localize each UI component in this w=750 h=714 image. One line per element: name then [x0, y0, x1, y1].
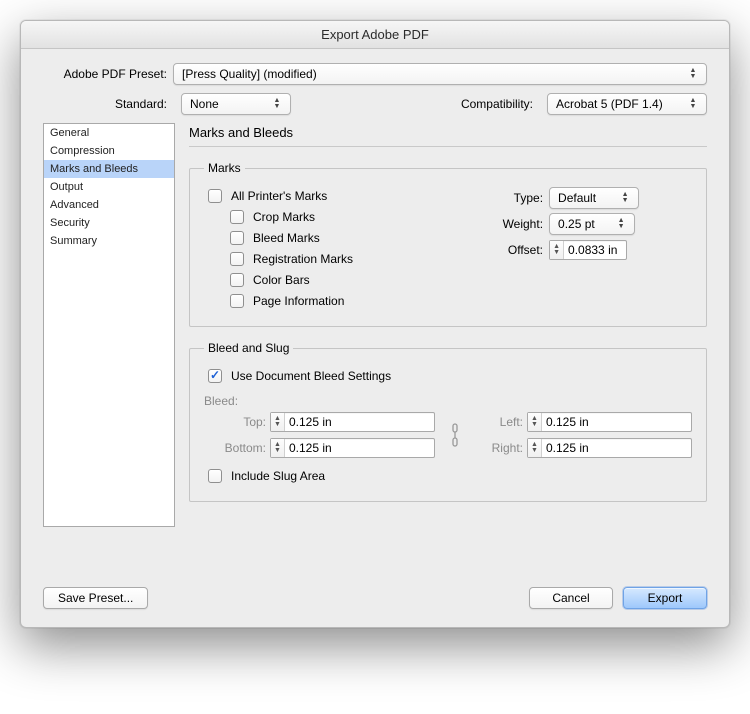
compatibility-select[interactable]: Acrobat 5 (PDF 1.4) ▲▼: [547, 93, 707, 115]
marks-legend: Marks: [204, 161, 245, 175]
marks-weight-select[interactable]: 0.25 pt ▲▼: [549, 213, 635, 235]
include-slug-label: Include Slug Area: [231, 469, 325, 483]
preset-value: [Press Quality] (modified): [182, 67, 317, 81]
use-document-bleed-label: Use Document Bleed Settings: [231, 369, 391, 383]
marks-weight-label: Weight:: [487, 217, 543, 231]
window-title: Export Adobe PDF: [21, 21, 729, 49]
page-information-checkbox[interactable]: [230, 294, 244, 308]
sidebar-item-marks-and-bleeds[interactable]: Marks and Bleeds: [44, 160, 174, 178]
bleed-left-stepper[interactable]: ▲▼: [527, 412, 692, 432]
bleed-top-label: Top:: [204, 415, 270, 429]
preset-select[interactable]: [Press Quality] (modified) ▲▼: [173, 63, 707, 85]
marks-type-select[interactable]: Default ▲▼: [549, 187, 639, 209]
bleed-bottom-label: Bottom:: [204, 441, 270, 455]
section-title: Marks and Bleeds: [189, 123, 707, 146]
stepper-arrows-icon[interactable]: ▲▼: [271, 439, 285, 457]
color-bars-checkbox[interactable]: [230, 273, 244, 287]
standard-select[interactable]: None ▲▼: [181, 93, 291, 115]
marks-offset-input[interactable]: [564, 241, 626, 259]
bleed-right-label: Right:: [475, 441, 527, 455]
sidebar-item-summary[interactable]: Summary: [44, 232, 174, 250]
bleed-slug-legend: Bleed and Slug: [204, 341, 293, 355]
marks-group: Marks All Printer's Marks Crop Marks: [189, 161, 707, 327]
marks-offset-label: Offset:: [487, 243, 543, 257]
marks-offset-stepper[interactable]: ▲▼: [549, 240, 627, 260]
bleed-right-input[interactable]: [542, 439, 604, 457]
stepper-arrows-icon[interactable]: ▲▼: [528, 413, 542, 431]
bleed-right-stepper[interactable]: ▲▼: [527, 438, 692, 458]
updown-arrows-icon: ▲▼: [270, 98, 284, 110]
bleed-marks-label: Bleed Marks: [253, 231, 320, 245]
compatibility-value: Acrobat 5 (PDF 1.4): [556, 97, 663, 111]
bleed-heading: Bleed:: [204, 394, 692, 408]
preset-label: Adobe PDF Preset:: [43, 67, 173, 81]
sidebar-item-output[interactable]: Output: [44, 178, 174, 196]
bleed-top-stepper[interactable]: ▲▼: [270, 412, 435, 432]
bleed-marks-checkbox[interactable]: [230, 231, 244, 245]
updown-arrows-icon: ▲▼: [614, 218, 628, 230]
use-document-bleed-checkbox[interactable]: [208, 369, 222, 383]
bleed-slug-group: Bleed and Slug Use Document Bleed Settin…: [189, 341, 707, 502]
bleed-left-input[interactable]: [542, 413, 604, 431]
sidebar-item-general[interactable]: General: [44, 124, 174, 142]
cancel-button[interactable]: Cancel: [529, 587, 613, 609]
all-printers-marks-checkbox[interactable]: [208, 189, 222, 203]
bleed-bottom-input[interactable]: [285, 439, 347, 457]
updown-arrows-icon: ▲▼: [686, 98, 700, 110]
updown-arrows-icon: ▲▼: [686, 68, 700, 80]
registration-marks-label: Registration Marks: [253, 252, 353, 266]
link-icon[interactable]: [435, 420, 475, 450]
marks-type-value: Default: [558, 191, 596, 205]
crop-marks-checkbox[interactable]: [230, 210, 244, 224]
include-slug-checkbox[interactable]: [208, 469, 222, 483]
marks-type-label: Type:: [487, 191, 543, 205]
standard-value: None: [190, 97, 219, 111]
standard-label: Standard:: [43, 97, 173, 111]
export-pdf-dialog: Export Adobe PDF Adobe PDF Preset: [Pres…: [20, 20, 730, 628]
page-information-label: Page Information: [253, 294, 344, 308]
sidebar-item-advanced[interactable]: Advanced: [44, 196, 174, 214]
stepper-arrows-icon[interactable]: ▲▼: [528, 439, 542, 457]
color-bars-label: Color Bars: [253, 273, 310, 287]
stepper-arrows-icon[interactable]: ▲▼: [271, 413, 285, 431]
save-preset-button[interactable]: Save Preset...: [43, 587, 148, 609]
registration-marks-checkbox[interactable]: [230, 252, 244, 266]
updown-arrows-icon: ▲▼: [618, 192, 632, 204]
bleed-bottom-stepper[interactable]: ▲▼: [270, 438, 435, 458]
sidebar-item-compression[interactable]: Compression: [44, 142, 174, 160]
bleed-left-label: Left:: [475, 415, 527, 429]
marks-weight-value: 0.25 pt: [558, 217, 595, 231]
all-printers-marks-label: All Printer's Marks: [231, 189, 327, 203]
sidebar-item-security[interactable]: Security: [44, 214, 174, 232]
category-sidebar: GeneralCompressionMarks and BleedsOutput…: [43, 123, 175, 527]
stepper-arrows-icon[interactable]: ▲▼: [550, 241, 564, 259]
crop-marks-label: Crop Marks: [253, 210, 315, 224]
bleed-top-input[interactable]: [285, 413, 347, 431]
compatibility-label: Compatibility:: [461, 97, 539, 111]
export-button[interactable]: Export: [623, 587, 707, 609]
